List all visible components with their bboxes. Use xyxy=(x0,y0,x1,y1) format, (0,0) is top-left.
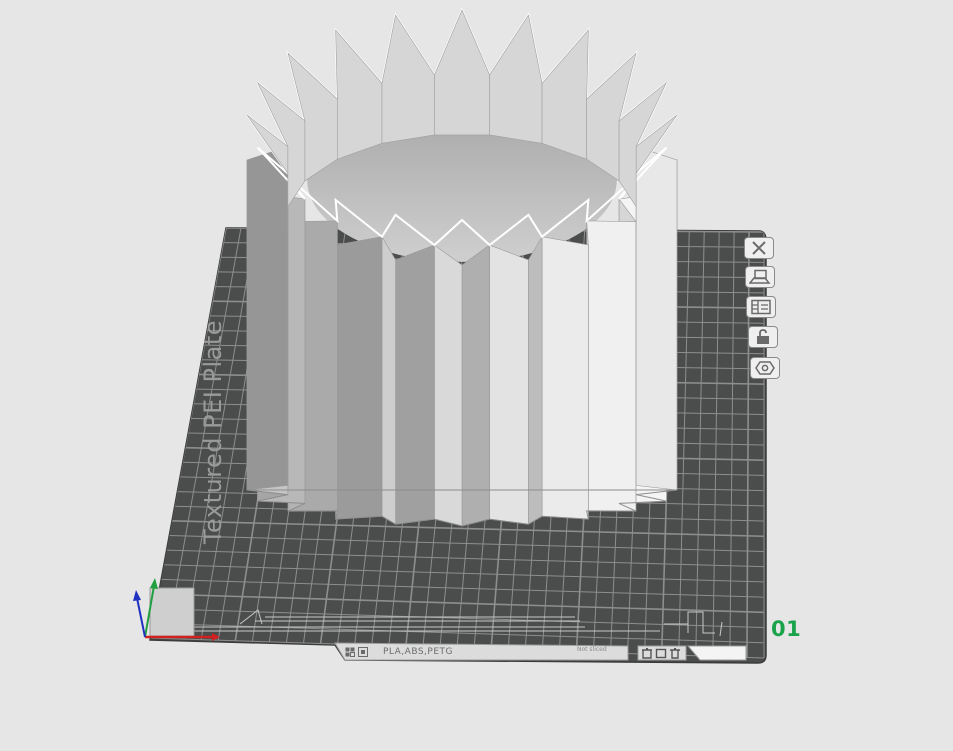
plate-shape-icon xyxy=(655,648,667,659)
vase-rim-flap xyxy=(381,14,435,144)
filament-icons xyxy=(345,647,368,657)
filament-grid-icon xyxy=(345,647,355,657)
vase-facet xyxy=(381,235,396,525)
vase-facet xyxy=(335,236,383,520)
vase-facet xyxy=(528,235,543,525)
lock-plate-button[interactable] xyxy=(748,326,778,348)
arrange-icon xyxy=(749,269,771,284)
bed-type-icon xyxy=(642,648,652,659)
plate-filament-label: PLA,ABS,PETG xyxy=(383,647,453,657)
vase-rim-flap xyxy=(541,29,589,160)
plate-bed-icons xyxy=(641,648,681,659)
vase-facet xyxy=(635,146,678,491)
vase-facet xyxy=(489,244,529,525)
filament-box-icon xyxy=(358,647,368,657)
lock-icon xyxy=(757,329,769,344)
vase-model[interactable] xyxy=(246,7,678,527)
vase-facet xyxy=(395,244,435,525)
vase-facet xyxy=(434,244,463,527)
trash-icon xyxy=(670,648,680,659)
3d-viewport[interactable]: Textured PEI Plate 01 PLA,ABS,PETG Not s… xyxy=(0,0,953,751)
vase-facet xyxy=(246,146,289,491)
vase-facet xyxy=(541,236,589,520)
plate-slice-status: Not sliced xyxy=(577,646,607,653)
plate-name-button[interactable] xyxy=(750,357,780,379)
remove-plate-button[interactable] xyxy=(744,237,774,259)
plate-texture-label: Textured PEI Plate xyxy=(199,319,227,545)
vase-rim-flap xyxy=(335,29,383,160)
arrange-plate-button[interactable] xyxy=(745,266,775,288)
plate-settings-button[interactable] xyxy=(746,296,776,318)
plate-settings-icon xyxy=(751,299,771,315)
nut-icon xyxy=(755,361,775,375)
vase-rim-flap xyxy=(434,9,490,136)
vase-facet xyxy=(586,220,637,512)
build-scene[interactable] xyxy=(0,0,953,751)
origin-marker xyxy=(149,587,195,637)
close-icon xyxy=(752,241,766,255)
vase-facet xyxy=(461,244,490,527)
plate-number[interactable]: 01 xyxy=(771,617,801,641)
vase-rim-flap xyxy=(489,14,543,144)
